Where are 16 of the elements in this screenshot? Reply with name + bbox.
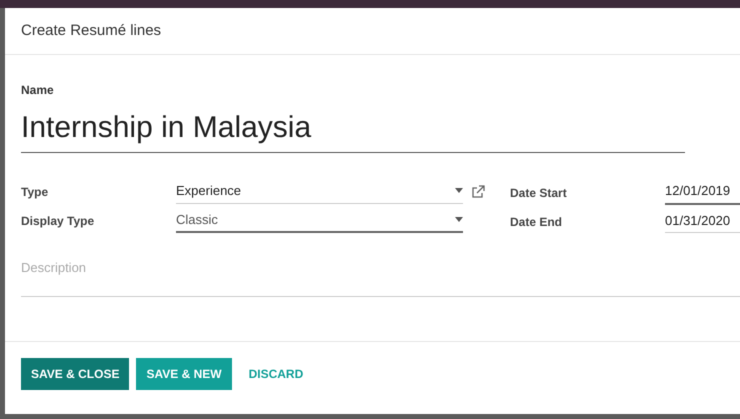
field-label: Name	[21, 82, 55, 99]
external-link-icon[interactable]	[471, 185, 485, 200]
name-input[interactable]: Internship in Malaysia	[21, 105, 685, 153]
select-field[interactable]: Experience	[176, 181, 463, 204]
save-button[interactable]: SAVE & CLOSE	[21, 358, 130, 390]
dialog-title: Create Resumé lines	[21, 20, 162, 41]
date-field[interactable]: 12/01/2019	[665, 181, 740, 204]
description-field[interactable]: Description	[21, 253, 740, 297]
date-field[interactable]: 01/31/2020	[665, 210, 740, 233]
caret-icon	[455, 216, 463, 222]
field-label: Type	[21, 184, 50, 202]
select-field[interactable]: Classic	[176, 210, 463, 233]
field-label: Display Type	[21, 213, 96, 230]
field-label: Date Start	[510, 184, 568, 202]
field-label: Date End	[510, 214, 564, 231]
caret-icon	[455, 188, 463, 194]
